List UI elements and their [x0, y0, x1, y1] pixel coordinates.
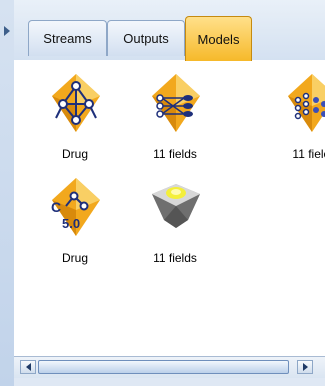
tab-models-label: Models	[197, 31, 240, 47]
scrollbar-thumb[interactable]	[38, 360, 289, 374]
expand-arrow-icon[interactable]	[4, 26, 10, 36]
scroll-right-button[interactable]	[297, 360, 313, 374]
svg-text:5.0: 5.0	[62, 216, 80, 231]
model-label: 11 fields	[153, 251, 197, 265]
model-nugget[interactable]: Drug	[30, 72, 120, 172]
svg-text:C: C	[51, 199, 61, 215]
anomaly-model-icon	[152, 184, 200, 228]
scroll-left-button[interactable]	[20, 360, 36, 374]
model-nugget[interactable]: 11 fiel­c	[266, 72, 325, 172]
tab-streams[interactable]: Streams	[28, 20, 107, 56]
models-palette: Drug 11 fields 11 fiel C 5.0 Drug 11 fie…	[14, 60, 325, 356]
cluster-model-icon	[288, 74, 325, 132]
model-label: 11 fields	[153, 147, 197, 161]
model-nugget[interactable]: 11 fields	[130, 176, 220, 276]
arrow-right-icon	[302, 363, 308, 371]
arrow-left-icon	[25, 363, 31, 371]
c50-tree-model-icon: C 5.0	[51, 178, 100, 236]
model-label: Drug	[61, 147, 88, 161]
kohonen-model-icon	[152, 74, 200, 132]
model-nugget[interactable]: 11 fields	[130, 72, 220, 172]
neural-net-model-icon	[52, 74, 100, 132]
model-label: Drug	[61, 251, 88, 265]
tab-outputs[interactable]: Outputs	[107, 20, 185, 56]
left-panel-edge	[0, 0, 15, 386]
model-label: 11 fiel­c	[292, 147, 325, 161]
tab-models[interactable]: Models	[185, 16, 252, 61]
tab-outputs-label: Outputs	[123, 31, 169, 46]
tab-streams-label: Streams	[43, 31, 92, 46]
manager-tabbar: Streams Outputs Models	[14, 0, 325, 61]
model-nugget[interactable]: C 5.0 Drug	[30, 176, 120, 276]
bottom-edge	[14, 378, 325, 386]
horizontal-scrollbar[interactable]	[14, 356, 325, 379]
